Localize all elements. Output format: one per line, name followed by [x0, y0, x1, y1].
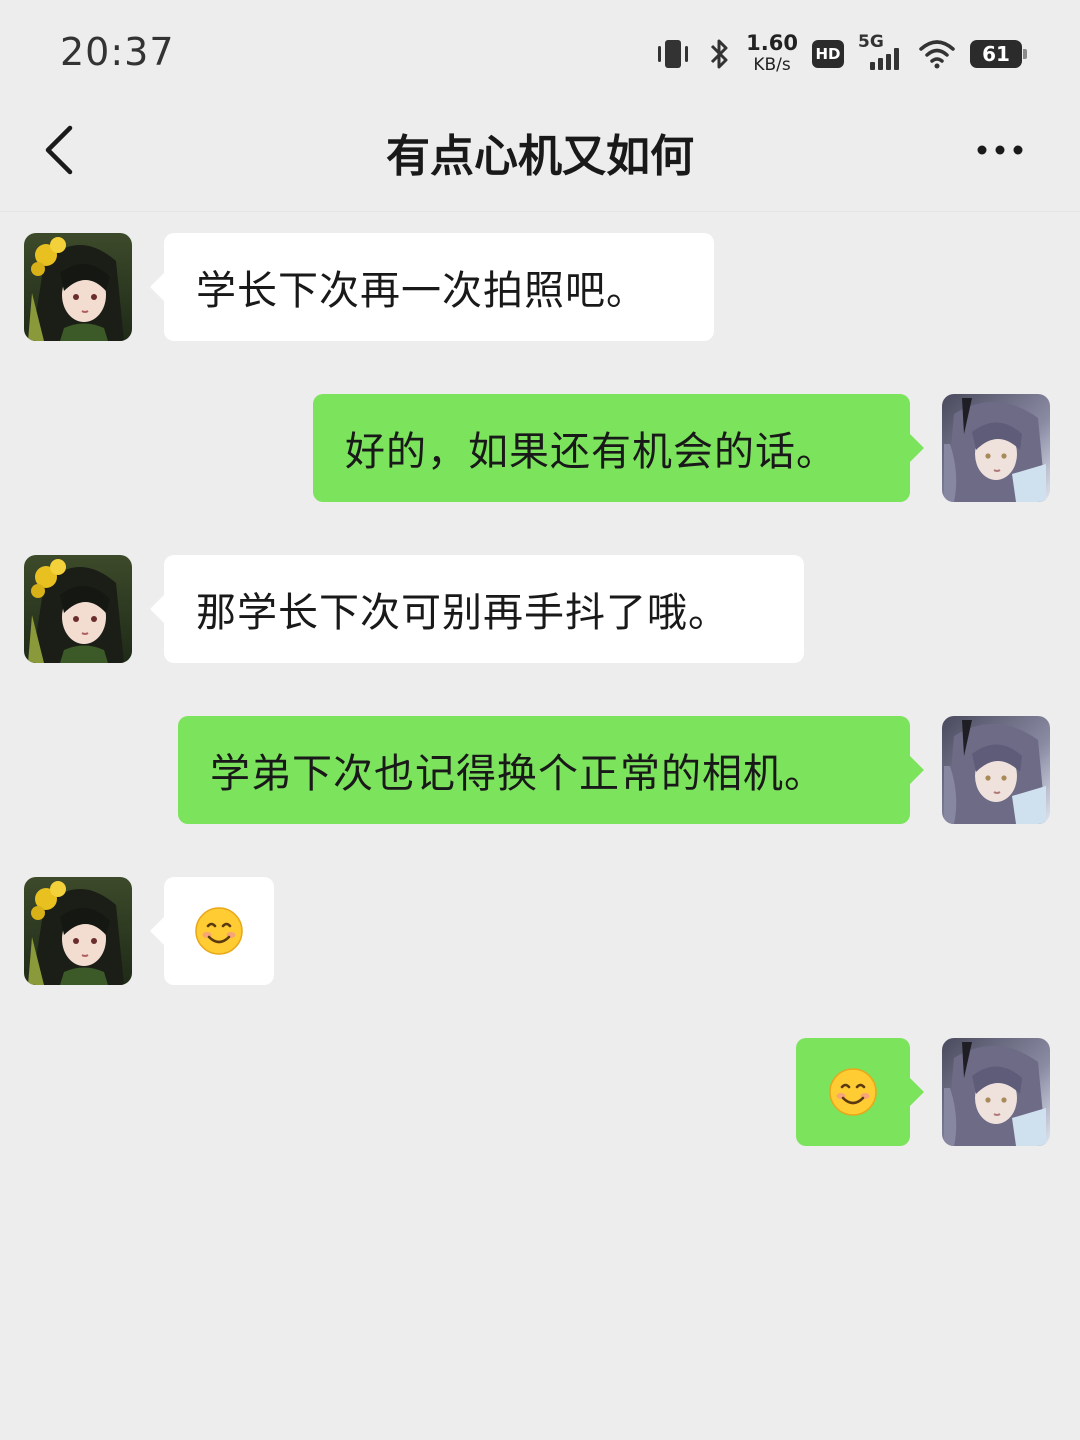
contact-avatar-image — [24, 233, 132, 341]
more-button[interactable] — [970, 130, 1030, 170]
smiling-face-emoji-icon — [828, 1067, 878, 1117]
message-bubble-incoming[interactable]: 那学长下次可别再手抖了哦。 — [150, 555, 804, 663]
more-dots-icon — [977, 145, 1023, 155]
network-speed-value: 1.60 — [746, 31, 798, 55]
battery-icon: 61 — [970, 40, 1027, 68]
message-text: 那学长下次可别再手抖了哦。 — [196, 590, 729, 636]
message-text: 好的，如果还有机会的话。 — [345, 429, 837, 475]
hd-icon: HD — [812, 40, 844, 68]
message-bubble-incoming[interactable] — [150, 877, 274, 985]
vibrate-icon — [654, 37, 692, 71]
chat-header: 有点心机又如何 — [0, 100, 1080, 212]
message-bubble-incoming[interactable]: 学长下次再一次拍照吧。 — [150, 233, 714, 341]
contact-avatar[interactable] — [24, 555, 132, 663]
network-speed-unit: KB/s — [753, 55, 791, 75]
self-avatar[interactable] — [942, 394, 1050, 502]
contact-avatar-image — [24, 877, 132, 985]
signal-icon: 5G — [858, 32, 904, 74]
contact-avatar[interactable] — [24, 233, 132, 341]
bluetooth-icon — [706, 37, 732, 71]
message-bubble-outgoing[interactable]: 好的，如果还有机会的话。 — [313, 394, 924, 502]
network-speed: 1.60 KB/s — [746, 32, 798, 76]
message-text: 学弟下次也记得换个正常的相机。 — [210, 751, 825, 797]
chat-title: 有点心机又如何 — [386, 131, 694, 182]
contact-avatar[interactable] — [24, 877, 132, 985]
smiling-face-emoji-icon — [194, 906, 244, 956]
self-avatar[interactable] — [942, 716, 1050, 824]
message-bubble-outgoing[interactable]: 学弟下次也记得换个正常的相机。 — [178, 716, 924, 824]
status-time: 20:37 — [60, 30, 175, 74]
message-bubble-outgoing[interactable] — [796, 1038, 924, 1146]
message-text: 学长下次再一次拍照吧。 — [196, 268, 647, 314]
status-icons: 1.60 KB/s HD 5G 61 — [654, 28, 1027, 80]
self-avatar-image — [942, 394, 1050, 502]
contact-avatar-image — [24, 555, 132, 663]
wifi-icon — [918, 38, 956, 70]
self-avatar[interactable] — [942, 1038, 1050, 1146]
self-avatar-image — [942, 716, 1050, 824]
status-bar: 20:37 1.60 KB/s HD 5G 61 — [0, 0, 1080, 100]
self-avatar-image — [942, 1038, 1050, 1146]
